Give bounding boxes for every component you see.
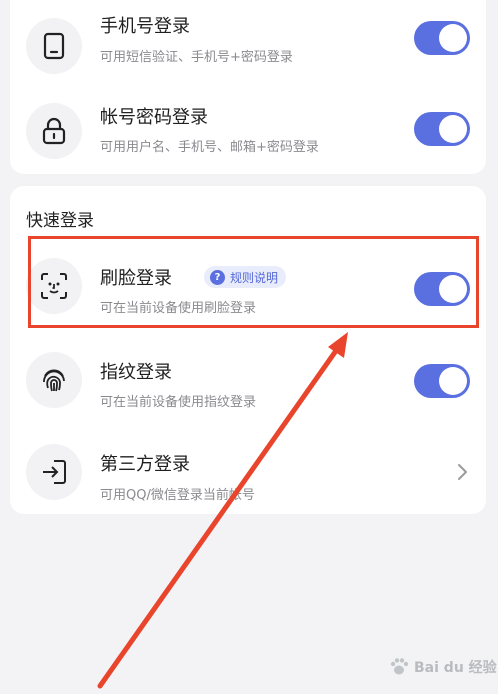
fingerprint-icon (43, 369, 65, 392)
fingerprint-login-title: 指纹登录 (100, 362, 172, 383)
toggle-knob (439, 24, 467, 52)
watermark-text: Bai du 经验 (414, 660, 497, 676)
baidu-watermark: Bai du 经验 (388, 656, 497, 678)
chevron-right-icon[interactable] (456, 462, 470, 482)
third-party-login-subtitle: 可用QQ/微信登录当前帐号 (100, 488, 255, 503)
annotation-highlight-box (28, 236, 479, 328)
fingerprint-login-toggle[interactable] (414, 364, 470, 398)
phone-icon (43, 32, 65, 60)
fingerprint-login-row[interactable]: 指纹登录 可在当前设备使用指纹登录 (10, 336, 486, 428)
phone-icon-circle (26, 18, 82, 74)
account-login-row[interactable]: 帐号密码登录 可用用户名、手机号、邮箱+密码登录 (10, 83, 486, 175)
phone-login-toggle[interactable] (414, 21, 470, 55)
toggle-knob (439, 367, 467, 395)
phone-login-title: 手机号登录 (100, 16, 190, 37)
third-party-login-row[interactable]: 第三方登录 可用QQ/微信登录当前帐号 (10, 428, 486, 520)
account-login-toggle[interactable] (414, 112, 470, 146)
login-methods-card: 手机号登录 可用短信验证、手机号+密码登录 帐号密码登录 可用用户名、手机号、邮… (10, 0, 486, 174)
account-login-title: 帐号密码登录 (100, 107, 208, 128)
fingerprint-icon-circle (26, 352, 82, 408)
phone-login-subtitle: 可用短信验证、手机号+密码登录 (100, 50, 293, 65)
lock-icon (42, 117, 66, 145)
lock-icon-circle (26, 103, 82, 159)
quick-login-section-title: 快速登录 (26, 211, 94, 231)
toggle-knob (439, 115, 467, 143)
paw-logo-icon (390, 658, 409, 675)
third-party-login-title: 第三方登录 (100, 454, 190, 475)
account-login-subtitle: 可用用户名、手机号、邮箱+密码登录 (100, 140, 319, 155)
fingerprint-login-subtitle: 可在当前设备使用指纹登录 (100, 395, 257, 410)
enter-icon-circle (26, 444, 82, 500)
phone-login-row[interactable]: 手机号登录 可用短信验证、手机号+密码登录 (10, 0, 486, 78)
login-enter-icon (43, 460, 66, 484)
